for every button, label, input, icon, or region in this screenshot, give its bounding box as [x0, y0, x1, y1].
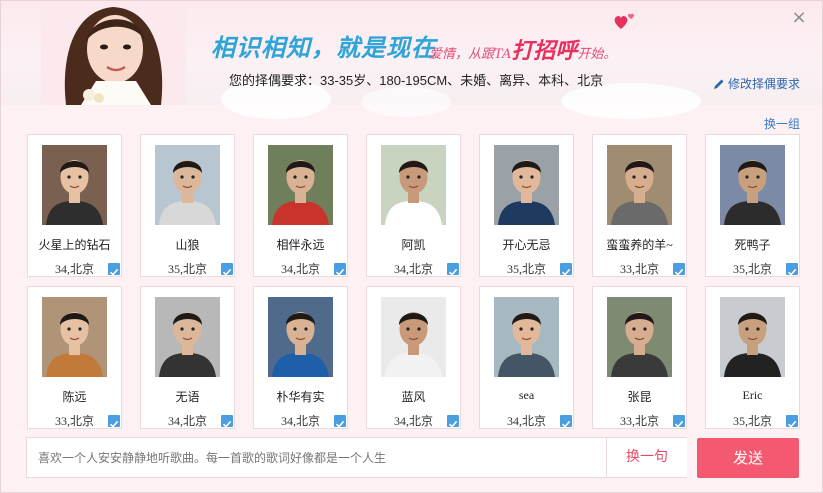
hearts-icon	[614, 13, 635, 29]
swap-group-link[interactable]: 换一组	[764, 115, 800, 132]
partner-requirement: 您的择偶要求：33-35岁、180-195CM、未婚、离异、本科、北京	[229, 73, 604, 88]
profile-photo	[607, 145, 672, 225]
checkmark-icon	[787, 420, 797, 428]
select-checkbox[interactable]	[447, 415, 459, 428]
checkmark-icon	[109, 420, 119, 428]
profile-name: 陈远	[62, 390, 87, 404]
greeting-dialog: 相识相知，就是现在 爱情，从跟TA打招呼开始。 × 您的择偶要求：33-35岁、…	[0, 0, 823, 493]
slogan-sub-prefix: 爱情，从跟TA	[429, 47, 512, 62]
select-checkbox[interactable]	[447, 263, 459, 276]
profile-card[interactable]: 火星上的钻石 34,北京	[27, 134, 122, 277]
profile-photo	[720, 297, 785, 377]
profile-card[interactable]: Eric 35,北京	[705, 286, 800, 429]
close-icon[interactable]: ×	[790, 9, 808, 27]
profile-name: 蛮蛮养的羊~	[606, 238, 673, 252]
slogan-sub-suffix: 开始。	[577, 47, 617, 62]
profile-name: Eric	[742, 388, 763, 402]
profile-card[interactable]: 开心无忌 35,北京	[479, 134, 574, 277]
checkmark-icon	[561, 268, 571, 276]
select-checkbox[interactable]	[108, 415, 120, 428]
select-checkbox[interactable]	[221, 263, 233, 276]
greeting-message-input[interactable]	[38, 450, 598, 465]
profile-card[interactable]: 死鸭子 35,北京	[705, 134, 800, 277]
profile-name: sea	[518, 388, 535, 402]
send-button[interactable]: 发送	[697, 438, 799, 478]
select-checkbox[interactable]	[334, 263, 346, 276]
banner-woman-photo	[41, 1, 186, 105]
checkmark-icon	[448, 268, 458, 276]
profile-name: 火星上的钻石	[38, 238, 111, 252]
pencil-icon	[714, 79, 724, 89]
select-checkbox[interactable]	[673, 263, 685, 276]
profile-photo	[607, 297, 672, 377]
profile-photo	[494, 145, 559, 225]
checkmark-icon	[109, 268, 119, 276]
checkmark-icon	[335, 420, 345, 428]
select-checkbox[interactable]	[221, 415, 233, 428]
select-checkbox[interactable]	[560, 415, 572, 428]
checkmark-icon	[222, 268, 232, 276]
checkmark-icon	[448, 420, 458, 428]
profile-photo	[381, 297, 446, 377]
checkmark-icon	[335, 268, 345, 276]
select-checkbox[interactable]	[673, 415, 685, 428]
profile-name: 阿凯	[401, 238, 426, 252]
profile-card[interactable]: 张昆 33,北京	[592, 286, 687, 429]
profile-name: 蓝风	[401, 390, 426, 404]
slogan-sub-emphasis: 打招呼	[511, 38, 578, 64]
select-checkbox[interactable]	[108, 263, 120, 276]
swap-sentence-button[interactable]: 换一句	[606, 438, 687, 477]
checkmark-icon	[674, 420, 684, 428]
profile-card[interactable]: 蛮蛮养的羊~ 33,北京	[592, 134, 687, 277]
checkmark-icon	[561, 420, 571, 428]
profile-card[interactable]: 阿凯 34,北京	[366, 134, 461, 277]
profile-photo	[381, 145, 446, 225]
profile-photo	[494, 297, 559, 377]
select-checkbox[interactable]	[786, 415, 798, 428]
slogan-title: 相识相知，就是现在	[211, 33, 436, 62]
slogan-subtitle: 爱情，从跟TA打招呼开始。	[429, 33, 616, 65]
profile-card[interactable]: 山狼 35,北京	[140, 134, 235, 277]
profile-card[interactable]: 无语 34,北京	[140, 286, 235, 429]
profile-card[interactable]: 蓝风 34,北京	[366, 286, 461, 429]
profile-card[interactable]: 朴华有实 34,北京	[253, 286, 348, 429]
profile-name: 死鸭子	[734, 238, 771, 252]
profile-name: 无语	[175, 390, 200, 404]
checkmark-icon	[674, 268, 684, 276]
select-checkbox[interactable]	[334, 415, 346, 428]
profile-photo	[268, 145, 333, 225]
dialog-header: 相识相知，就是现在 爱情，从跟TA打招呼开始。 × 您的择偶要求：33-35岁、…	[1, 1, 822, 119]
profile-photo	[155, 297, 220, 377]
profile-photo	[42, 145, 107, 225]
checkmark-icon	[222, 420, 232, 428]
profile-photo	[155, 145, 220, 225]
modify-requirement-link[interactable]: 修改择偶要求	[713, 75, 800, 92]
profile-photo	[268, 297, 333, 377]
profile-card[interactable]: sea 34,北京	[479, 286, 574, 429]
profile-card[interactable]: 陈远 33,北京	[27, 286, 122, 429]
modify-requirement-label: 修改择偶要求	[728, 77, 801, 91]
profile-name: 开心无忌	[502, 238, 551, 252]
checkmark-icon	[787, 268, 797, 276]
profile-name: 张昆	[627, 390, 652, 404]
message-box	[26, 437, 687, 478]
profile-name: 山狼	[175, 238, 200, 252]
select-checkbox[interactable]	[560, 263, 572, 276]
profile-photo	[720, 145, 785, 225]
profile-card[interactable]: 相伴永远 34,北京	[253, 134, 348, 277]
profile-name: 朴华有实	[276, 390, 325, 404]
cloud-decoration	[361, 87, 451, 117]
select-checkbox[interactable]	[786, 263, 798, 276]
profile-photo	[42, 297, 107, 377]
profile-name: 相伴永远	[276, 238, 325, 252]
